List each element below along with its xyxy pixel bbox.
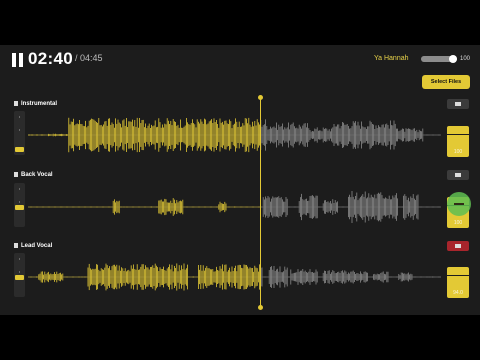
slider-tick [19,188,20,190]
track-volume-slider[interactable] [14,111,25,155]
playhead[interactable] [260,97,261,308]
slider-tick [19,116,20,118]
waveform-back-vocal[interactable] [28,184,441,230]
mute-button[interactable] [447,99,469,109]
track-label-back-vocal: Back Vocal [14,172,53,178]
meter-divider [447,275,469,276]
slider-thumb[interactable] [15,275,24,280]
waveform-instrumental[interactable] [28,112,441,158]
meter-value: 100 [453,149,463,155]
current-time: 02:40 [28,49,73,68]
mute-button-active[interactable] [447,241,469,251]
speaker-icon [455,173,461,177]
volume-value: 100 [460,56,471,62]
speaker-muted-icon [455,244,461,248]
slider-thumb[interactable] [15,205,24,210]
level-meter: 100 [447,126,469,157]
meter-divider [447,134,469,135]
slider-tick [19,271,20,273]
track-name: Back Vocal [21,172,53,179]
song-title: Ya Hannah [374,55,409,62]
track-volume-slider[interactable] [14,183,25,227]
level-meter: 94.0 [447,267,469,298]
track-icon [14,243,18,248]
track-label-lead-vocal: Lead Vocal [14,243,52,249]
track-name: Lead Vocal [21,243,53,250]
waveform-lead-vocal[interactable] [28,254,441,300]
pause-button[interactable] [12,53,24,67]
slider-tick [19,201,20,203]
slider-thumb[interactable] [15,147,24,152]
total-time: / 04:45 [75,53,103,63]
mute-button[interactable] [447,170,469,180]
volume-slider[interactable] [421,55,457,63]
track-icon [14,172,18,177]
speaker-icon [455,102,461,106]
pan-knob[interactable] [447,192,471,216]
track-icon [14,101,18,106]
pan-indicator-icon [454,203,464,205]
meter-value: 94.0 [453,290,463,296]
mixer-app: 02:40 / 04:45 Ya Hannah 100 Select Files… [0,45,480,315]
pause-bar-icon [12,53,16,67]
playhead-handle-top[interactable] [258,95,263,100]
volume-knob[interactable] [449,55,457,63]
meter-value: 100 [453,220,463,226]
track-label-instrumental: Instrumental [14,101,57,107]
slider-tick [19,258,20,260]
slider-tick [19,129,20,131]
select-files-button[interactable]: Select Files [422,75,470,89]
track-volume-slider[interactable] [14,253,25,297]
track-name: Instrumental [21,101,58,108]
pause-bar-icon [19,53,23,67]
playhead-handle-bottom[interactable] [258,305,263,310]
